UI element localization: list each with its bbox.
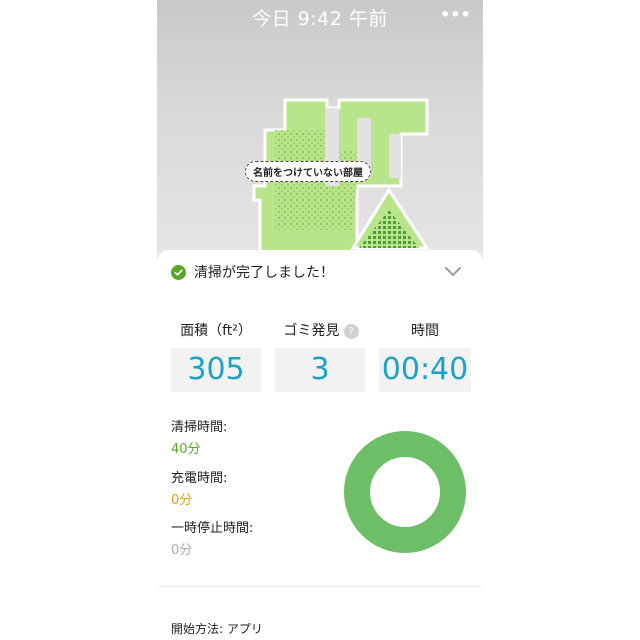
charge-time-label: 充電時間: (171, 471, 228, 486)
pause-time-value: 0分 (171, 543, 193, 558)
start-method: 開始方法: アプリ (171, 622, 263, 636)
clean-time-value: 40分 (171, 442, 201, 457)
phone-screen: 今日 9:42 午前 ••• 名前をつけていない部屋 清掃が完了しました！ 面積… (157, 0, 483, 640)
charge-time-value: 0分 (171, 493, 193, 508)
dirt-label: ゴミ発見 (283, 323, 340, 339)
dirt-value: 3 (275, 348, 365, 392)
cleaning-summary-sheet: 清掃が完了しました！ 面積（ft²） ゴミ発見? 時間 305 3 00:40 … (157, 250, 483, 640)
status-time: 今日 9:42 午前 (252, 8, 388, 30)
help-icon[interactable]: ? (343, 324, 359, 339)
duration-value: 00:40 (379, 348, 471, 392)
pause-time-label: 一時停止時間: (171, 521, 254, 536)
completion-title: 清掃が完了しました！ (194, 265, 334, 281)
floor-map-graphic (252, 98, 430, 254)
dirt-label-wrap: ゴミ発見? (273, 320, 369, 340)
chevron-down-icon[interactable] (444, 264, 462, 278)
room-label[interactable]: 名前をつけていない部屋 (245, 161, 371, 182)
divider (157, 586, 483, 587)
clean-time-label: 清掃時間: (171, 420, 228, 435)
donut-clean-segment (344, 431, 466, 553)
area-label: 面積（ft²） (180, 323, 252, 339)
check-circle-icon (171, 264, 186, 280)
time-breakdown-donut (344, 431, 466, 553)
time-label: 時間 (411, 323, 439, 339)
completion-header: 清掃が完了しました！ (171, 262, 334, 282)
more-dots-icon[interactable]: ••• (440, 6, 471, 24)
cleaning-map[interactable]: 今日 9:42 午前 ••• 名前をつけていない部屋 (157, 0, 483, 262)
area-value: 305 (171, 348, 261, 392)
